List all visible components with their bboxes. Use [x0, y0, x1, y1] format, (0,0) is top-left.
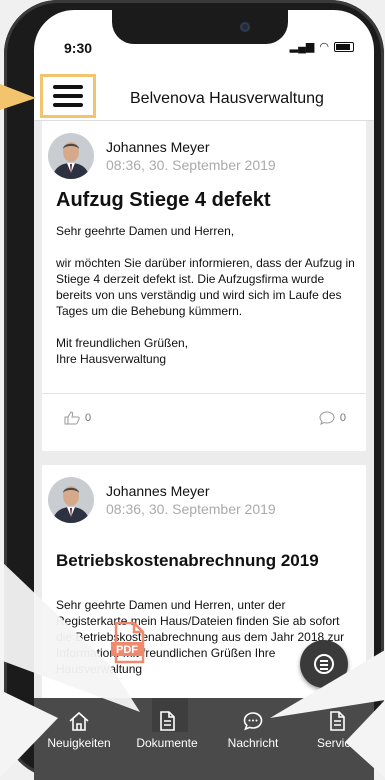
status-icons: ▂▄▆ ◠ — [290, 40, 354, 53]
app-header: Belvenova Hausverwaltung — [34, 66, 374, 121]
pdf-label: PDF — [116, 644, 138, 656]
list-icon — [314, 654, 334, 674]
status-time: 9:30 — [64, 40, 93, 56]
battery-icon — [334, 41, 354, 52]
post-body: Sehr geehrte Damen und Herren, wir möcht… — [56, 224, 355, 366]
document-icon — [160, 711, 175, 731]
post-date: 08:36, 30. September 2019 — [106, 501, 276, 517]
post-title: Aufzug Stiege 4 defekt — [56, 189, 271, 211]
author-avatar — [48, 477, 94, 523]
post-title: Betriebskostenabrechnung 2019 — [56, 551, 319, 570]
hamburger-menu-button[interactable] — [40, 74, 96, 118]
post-date: 08:36, 30. September 2019 — [106, 157, 276, 173]
floating-menu-button[interactable] — [300, 640, 348, 688]
tab-nachricht[interactable]: Nachricht — [210, 698, 296, 758]
tab-dokumente[interactable]: Dokumente — [122, 698, 212, 758]
comment-icon — [319, 411, 335, 425]
tab-label: Service — [316, 736, 357, 750]
signal-icon: ▂▄▆ — [289, 41, 315, 53]
phone-frame: 9:30 ▂▄▆ ◠ Belvenova Hausverwaltung Joha… — [4, 0, 384, 780]
like-count: 0 — [85, 412, 92, 424]
tab-label: Nachricht — [227, 736, 279, 750]
like-button[interactable]: 0 — [64, 411, 91, 425]
tab-label: Neuigkeiten — [47, 736, 111, 750]
app-screen: 9:30 ▂▄▆ ◠ Belvenova Hausverwaltung Joha… — [34, 10, 374, 780]
tab-service[interactable]: Service — [300, 698, 374, 758]
device-notch — [112, 10, 288, 44]
post-card[interactable]: Johannes Meyer 08:36, 30. September 2019… — [42, 121, 366, 451]
chat-bubble-icon — [243, 712, 263, 731]
author-name: Johannes Meyer — [106, 483, 210, 499]
post-card[interactable]: Johannes Meyer 08:36, 30. September 2019… — [42, 465, 366, 735]
camera-icon — [240, 22, 250, 32]
header-title: Belvenova Hausverwaltung — [130, 90, 324, 107]
wifi-icon: ◠ — [319, 41, 329, 53]
tab-label: Dokumente — [136, 736, 198, 750]
comment-button[interactable]: 0 — [319, 411, 346, 425]
author-avatar — [48, 133, 94, 179]
comment-count: 0 — [339, 412, 346, 424]
author-name: Johannes Meyer — [106, 139, 210, 155]
pdf-attachment-icon[interactable]: PDF — [110, 621, 146, 664]
document-icon — [330, 711, 345, 731]
bottom-tab-bar: Neuigkeiten Dokumente Nachricht Service — [34, 698, 374, 780]
divider — [42, 393, 366, 394]
home-icon — [69, 711, 89, 731]
tab-neuigkeiten[interactable]: Neuigkeiten — [34, 698, 124, 758]
thumbs-up-icon — [64, 411, 80, 425]
